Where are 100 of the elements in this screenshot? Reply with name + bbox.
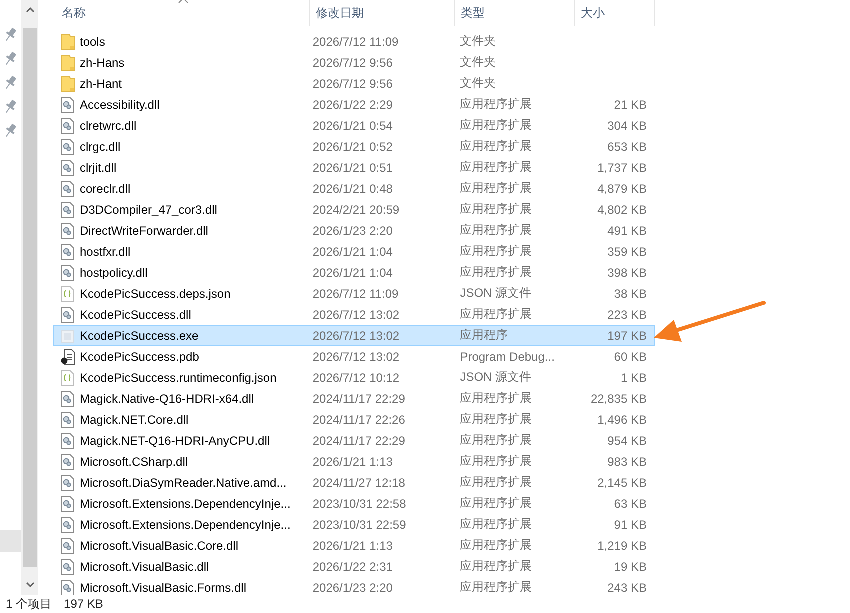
file-size: 983 KB	[608, 454, 647, 468]
file-name[interactable]: Microsoft.VisualBasic.dll	[80, 560, 210, 574]
gear-file-icon	[61, 264, 74, 280]
file-name[interactable]: Microsoft.VisualBasic.Core.dll	[80, 538, 239, 552]
scrollbar-thumb[interactable]	[23, 28, 37, 567]
column-header[interactable]: 名称	[62, 4, 86, 22]
file-size: 1,496 KB	[598, 412, 647, 426]
modified-date: 2026/7/12 9:56	[312, 56, 393, 70]
gear-file-icon	[61, 180, 74, 196]
item-count: 1 个项目	[6, 596, 52, 612]
file-name[interactable]: Magick.Native-Q16-HDRI-x64.dll	[80, 392, 254, 406]
file-name[interactable]: clrgc.dll	[80, 140, 121, 154]
modified-date: 2026/1/23 2:20	[312, 224, 393, 238]
file-name[interactable]: clretwrc.dll	[80, 118, 137, 132]
pin-icon[interactable]	[5, 99, 16, 115]
file-name[interactable]: DirectWriteForwarder.dll	[80, 224, 208, 238]
file-name[interactable]: zh-Hans	[80, 56, 125, 70]
file-size: 2,145 KB	[598, 476, 647, 490]
file-name[interactable]: tools	[80, 34, 106, 48]
file-size: 1,737 KB	[598, 160, 647, 174]
file-name[interactable]: Microsoft.Extensions.DependencyInje...	[80, 496, 291, 510]
modified-date: 2026/1/23 2:20	[312, 580, 393, 594]
modified-date: 2026/7/12 11:09	[312, 286, 399, 300]
file-type: 应用程序扩展	[460, 307, 532, 321]
file-type: 应用程序扩展	[460, 391, 532, 405]
gear-file-icon	[61, 432, 74, 448]
modified-date: 2026/1/22 2:31	[312, 560, 393, 574]
file-type: 应用程序扩展	[460, 160, 532, 174]
gear-file-icon	[61, 306, 74, 322]
file-type: 文件夹	[460, 34, 496, 48]
file-type: 应用程序扩展	[460, 433, 532, 447]
file-type: 应用程序扩展	[460, 181, 532, 195]
pin-icon[interactable]	[5, 75, 16, 91]
file-type: 文件夹	[460, 55, 496, 69]
modified-date: 2023/10/31 22:58	[312, 496, 406, 510]
modified-date: 2026/7/12 9:56	[312, 76, 393, 90]
file-size: 359 KB	[608, 244, 647, 258]
file-name[interactable]: KcodePicSuccess.deps.json	[80, 286, 231, 300]
file-name[interactable]: Accessibility.dll	[80, 98, 160, 112]
gear-file-icon	[61, 118, 74, 134]
column-header[interactable]: 类型	[461, 4, 485, 22]
gear-file-icon	[61, 138, 74, 154]
file-type: JSON 源文件	[460, 370, 532, 384]
file-size: 22,835 KB	[590, 392, 647, 406]
file-name[interactable]: Microsoft.VisualBasic.Forms.dll	[80, 580, 246, 594]
file-size: 63 KB	[614, 496, 647, 510]
file-name[interactable]: KcodePicSuccess.exe	[80, 328, 199, 342]
file-type: 应用程序扩展	[460, 517, 532, 531]
scroll-up-icon[interactable]	[26, 7, 34, 13]
file-size: 4,879 KB	[598, 182, 647, 196]
file-name[interactable]: Microsoft.DiaSymReader.Native.amd...	[80, 476, 287, 490]
file-name[interactable]: coreclr.dll	[80, 182, 131, 196]
folder-icon	[60, 76, 74, 92]
file-name[interactable]: Magick.NET.Core.dll	[80, 412, 189, 426]
file-size: 243 KB	[608, 580, 647, 594]
file-type: 应用程序扩展	[460, 244, 532, 258]
gear-file-icon	[61, 202, 74, 218]
pin-icon[interactable]	[5, 27, 16, 43]
file-name[interactable]: clrjit.dll	[80, 160, 117, 174]
column-header[interactable]: 大小	[581, 4, 605, 22]
gear-file-icon	[61, 496, 74, 512]
file-size: 91 KB	[614, 518, 647, 532]
file-name[interactable]: D3DCompiler_47_cor3.dll	[80, 202, 218, 216]
column-header[interactable]: 修改日期	[316, 4, 364, 22]
folder-icon	[60, 54, 74, 70]
modified-date: 2026/1/21 0:51	[312, 160, 393, 174]
file-type: 应用程序扩展	[460, 223, 532, 237]
file-name[interactable]: Microsoft.Extensions.DependencyInje...	[80, 518, 291, 532]
scroll-down-icon[interactable]	[26, 582, 34, 588]
file-type: 应用程序扩展	[460, 97, 532, 111]
file-type: 应用程序扩展	[460, 580, 532, 594]
selected-row-highlight[interactable]: KcodePicSuccess.exe 2026/7/12 13:02 应用程序 197 KB	[53, 325, 655, 346]
file-size: 491 KB	[608, 224, 647, 238]
modified-date: 2024/2/21 20:59	[312, 202, 400, 216]
modified-date: 2026/7/12 13:02	[312, 308, 400, 322]
gear-file-icon	[61, 558, 74, 574]
file-name[interactable]: KcodePicSuccess.pdb	[80, 350, 200, 364]
file-name[interactable]: hostfxr.dll	[80, 244, 131, 258]
modified-date: 2026/7/12 11:09	[312, 34, 399, 48]
pin-icon[interactable]	[5, 51, 16, 67]
file-name[interactable]: Magick.NET-Q16-HDRI-AnyCPU.dll	[80, 434, 270, 448]
file-name[interactable]: KcodePicSuccess.dll	[80, 308, 192, 322]
file-name[interactable]: zh-Hant	[80, 76, 122, 90]
app-file-icon	[61, 328, 74, 344]
file-type: 应用程序扩展	[460, 475, 532, 489]
file-type: 应用程序扩展	[460, 412, 532, 426]
file-name[interactable]: Microsoft.CSharp.dll	[80, 454, 188, 468]
file-size: 4,802 KB	[598, 202, 647, 216]
gear-file-icon	[61, 516, 74, 532]
pin-icon[interactable]	[5, 123, 16, 139]
file-size: 1,219 KB	[598, 538, 647, 552]
file-type: JSON 源文件	[460, 286, 532, 300]
modified-date: 2026/1/21 0:52	[312, 140, 393, 154]
file-name[interactable]: KcodePicSuccess.runtimeconfig.json	[80, 370, 277, 384]
file-size: 223 KB	[608, 308, 647, 322]
modified-date: 2026/1/21 1:13	[312, 454, 393, 468]
gear-file-icon	[61, 390, 74, 406]
file-size: 954 KB	[608, 434, 647, 448]
file-name[interactable]: hostpolicy.dll	[80, 266, 148, 280]
file-size: 21 KB	[614, 98, 647, 112]
